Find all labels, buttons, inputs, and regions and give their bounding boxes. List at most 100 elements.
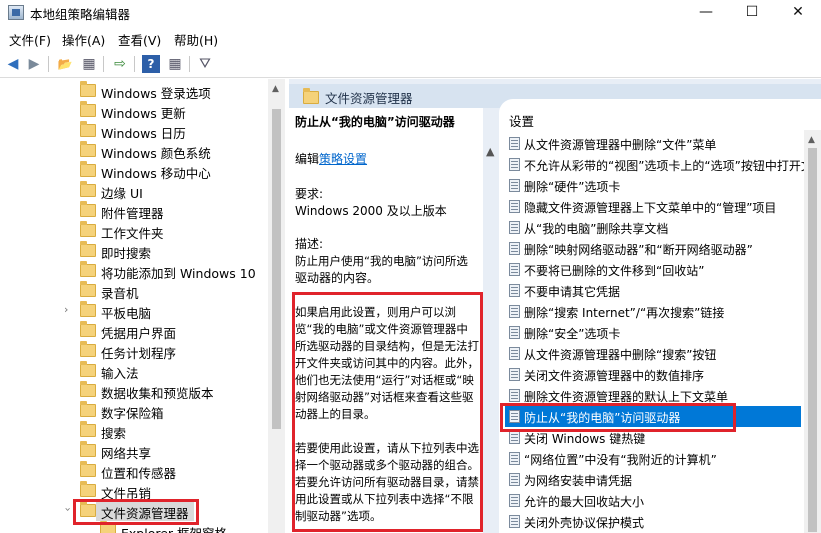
folder-icon [80, 281, 96, 297]
policy-setting-icon [509, 137, 520, 150]
tree-item[interactable]: 输入法 [0, 361, 268, 381]
tree-item[interactable]: 位置和传感器 [0, 461, 268, 481]
tree-item[interactable]: 工作文件夹 [0, 221, 268, 241]
folder-icon [80, 341, 96, 357]
tree-item[interactable]: 录音机 [0, 281, 268, 301]
setting-row[interactable]: 不要将已删除的文件移到“回收站” [505, 259, 801, 280]
folder-icon [80, 401, 96, 417]
setting-row[interactable]: 删除“安全”选项卡 [505, 322, 801, 343]
description-label: 描述: [295, 237, 324, 251]
tree-item[interactable]: 边缘 UI [0, 181, 268, 201]
menu-help[interactable]: 帮助(H) [174, 30, 218, 49]
setting-row[interactable]: 关闭文件资源管理器中的数值排序 [505, 364, 801, 385]
policy-setting-icon [509, 242, 520, 255]
tree-item[interactable]: 网络共享 [0, 441, 268, 461]
tree-item[interactable]: 数字保险箱 [0, 401, 268, 421]
description-text: 驱动器的内容。 [295, 271, 380, 285]
show-hide-tree-icon[interactable]: ▦ [80, 55, 98, 73]
window-title: 本地组策略编辑器 [30, 7, 131, 22]
tree-item[interactable]: 文件吊销 [0, 481, 268, 501]
export-list-icon[interactable]: ⇨ [111, 55, 129, 73]
close-button[interactable]: ✕ [775, 0, 821, 26]
scroll-thumb[interactable] [808, 148, 817, 532]
setting-row[interactable]: 关闭外壳协议保护模式 [505, 511, 801, 532]
tree-item[interactable]: Windows 登录选项 [0, 81, 268, 101]
chevron-right-icon[interactable]: › [64, 303, 68, 316]
policy-setting-icon [509, 389, 520, 402]
policy-setting-icon [509, 305, 520, 318]
policy-setting-icon [509, 200, 520, 213]
setting-row[interactable]: 删除“搜索 Internet”/“再次搜索”链接 [505, 301, 801, 322]
back-arrow-icon[interactable]: ◀ [4, 55, 22, 73]
tree-item[interactable]: 即时搜索 [0, 241, 268, 261]
folder-icon [80, 161, 96, 177]
folder-icon [80, 121, 96, 137]
menu-action[interactable]: 操作(A) [62, 30, 105, 49]
setting-row[interactable]: 允许的最大回收站大小 [505, 490, 801, 511]
requirements-value: Windows 2000 及以上版本 [295, 204, 447, 218]
settings-scrollbar[interactable]: ▲ [804, 130, 821, 533]
tree-item[interactable]: 将功能添加到 Windows 10 [0, 261, 268, 281]
policy-setting-icon [509, 158, 520, 171]
policy-setting-icon [509, 452, 520, 465]
folder-icon [80, 481, 96, 497]
setting-row[interactable]: 隐藏文件资源管理器上下文菜单中的“管理”项目 [505, 196, 801, 217]
gpedit-app-icon [8, 5, 24, 20]
tree-pane: Windows 登录选项 Windows 更新 Windows 日历 Windo… [0, 79, 286, 533]
tree-scrollbar[interactable]: ▲ [268, 79, 285, 533]
tree-item[interactable]: Windows 移动中心 [0, 161, 268, 181]
policy-setting-icon [509, 473, 520, 486]
tree-item[interactable]: Windows 颜色系统 [0, 141, 268, 161]
tree-item[interactable]: Windows 日历 [0, 121, 268, 141]
tree-item[interactable]: 任务计划程序 [0, 341, 268, 361]
description-scrollbar[interactable]: ▲ [484, 131, 499, 533]
column-header-setting[interactable]: 设置 [509, 111, 534, 130]
maximize-button[interactable]: ☐ [729, 0, 775, 26]
description-highlight-box [292, 292, 483, 532]
setting-row[interactable]: 为网络安装申请凭据 [505, 469, 801, 490]
folder-icon [80, 101, 96, 117]
policy-setting-icon [509, 221, 520, 234]
help-icon[interactable]: ? [142, 55, 160, 73]
setting-row[interactable]: 删除“映射网络驱动器”和“断开网络驱动器” [505, 238, 801, 259]
policy-setting-icon [509, 347, 520, 360]
tree-item[interactable]: › 平板电脑 [0, 301, 268, 321]
folder-icon [80, 201, 96, 217]
forward-arrow-icon[interactable]: ▶ [25, 55, 43, 73]
folder-icon [80, 81, 96, 97]
policy-setting-icon [509, 494, 520, 507]
tree-item[interactable]: 数据收集和预览版本 [0, 381, 268, 401]
minimize-button[interactable]: — [683, 0, 729, 26]
folder-icon [80, 241, 96, 257]
setting-row[interactable]: 不要申请其它凭据 [505, 280, 801, 301]
policy-setting-icon [509, 368, 520, 381]
setting-row[interactable]: 从“我的电脑”删除共享文档 [505, 217, 801, 238]
toolbar-separator [103, 56, 104, 72]
setting-row[interactable]: “网络位置”中没有“我附近的计算机” [505, 448, 801, 469]
menu-file[interactable]: 文件(F) [9, 30, 51, 49]
setting-row[interactable]: 删除“硬件”选项卡 [505, 175, 801, 196]
policy-settings-link[interactable]: 策略设置 [319, 152, 367, 166]
toolbar-separator [48, 56, 49, 72]
tree-item[interactable]: 搜索 [0, 421, 268, 441]
tree-item[interactable]: 凭据用户界面 [0, 321, 268, 341]
tree-item[interactable]: Windows 更新 [0, 101, 268, 121]
scroll-up-arrow-icon[interactable]: ▲ [486, 145, 494, 158]
properties-icon[interactable]: ▦ [166, 55, 184, 73]
folder-icon [80, 261, 96, 277]
scroll-up-arrow-icon[interactable]: ▲ [808, 135, 815, 145]
setting-row[interactable]: 从文件资源管理器中删除“搜索”按钮 [505, 343, 801, 364]
scroll-thumb[interactable] [272, 109, 281, 429]
tree-item[interactable]: 附件管理器 [0, 201, 268, 221]
menu-view[interactable]: 查看(V) [118, 30, 161, 49]
policy-setting-icon [509, 515, 520, 528]
setting-highlight-box [500, 403, 736, 432]
setting-row[interactable]: 从文件资源管理器中删除“文件”菜单 [505, 133, 801, 154]
scroll-up-arrow-icon[interactable]: ▲ [272, 84, 279, 94]
tree-highlight-box [73, 499, 199, 525]
setting-row[interactable]: 不允许从彩带的“视图”选项卡上的“选项”按钮中打开文 [505, 154, 813, 175]
filter-icon[interactable]: ⛛ [196, 55, 214, 73]
up-folder-icon[interactable]: 📂 [56, 55, 74, 73]
policy-setting-icon [509, 431, 520, 444]
settings-list: 设置 从文件资源管理器中删除“文件”菜单 不允许从彩带的“视图”选项卡上的“选项… [499, 99, 821, 533]
